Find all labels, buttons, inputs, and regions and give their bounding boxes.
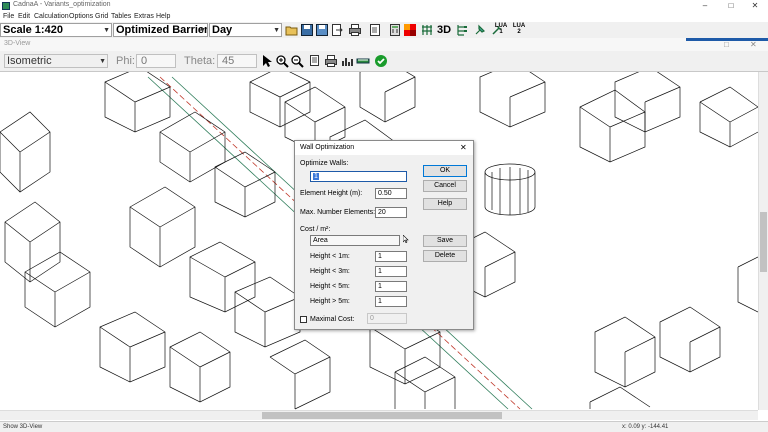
phi-input[interactable]: 0 xyxy=(136,54,176,68)
dialog-title: Wall Optimization xyxy=(300,144,355,151)
title-bar: CadnaA - Variants_optimization – □ ✕ xyxy=(0,0,768,12)
menu-extras[interactable]: Extras xyxy=(134,12,154,22)
cancel-button[interactable]: Cancel xyxy=(423,180,467,192)
height-lt-3m-input[interactable]: 1 xyxy=(375,266,407,277)
maximal-cost-checkbox[interactable] xyxy=(300,316,307,323)
lua-script-2-button[interactable]: LUA 2 xyxy=(511,23,527,35)
save-as-icon[interactable] xyxy=(315,23,329,37)
projection-select[interactable]: Isometric ▼ xyxy=(4,54,108,68)
document-icon[interactable] xyxy=(368,23,382,37)
maximal-cost-input[interactable]: 0 xyxy=(367,313,407,324)
view-window-caption: 3D-View □ ✕ xyxy=(0,38,768,52)
confirm-check-icon[interactable] xyxy=(374,54,388,68)
menu-file[interactable]: File xyxy=(3,12,14,22)
menu-edit[interactable]: Edit xyxy=(18,12,30,22)
projection-value: Isometric xyxy=(7,55,52,67)
menu-bar: File Edit Calculation Options Grid Table… xyxy=(0,12,768,22)
dialog-title-bar: Wall Optimization ✕ xyxy=(295,141,473,155)
max-elements-input[interactable]: 20 xyxy=(375,207,407,218)
print-icon[interactable] xyxy=(348,23,362,37)
max-elements-label: Max. Number Elements: xyxy=(300,209,376,216)
menu-tables[interactable]: Tables xyxy=(111,12,131,22)
save-icon[interactable] xyxy=(300,23,314,37)
app-logo-icon xyxy=(2,2,10,10)
theta-label: Theta: xyxy=(184,55,216,67)
chevron-down-icon: ▼ xyxy=(99,58,106,65)
dialog-close-button[interactable]: ✕ xyxy=(460,143,467,152)
save-button[interactable]: Save xyxy=(423,235,467,247)
export-icon[interactable] xyxy=(330,23,344,37)
zoom-out-icon[interactable] xyxy=(290,54,304,68)
delete-button[interactable]: Delete xyxy=(423,250,467,262)
theta-input[interactable]: 45 xyxy=(217,54,257,68)
lua-script-1-button[interactable]: LUA 1 xyxy=(493,23,509,35)
tree-icon[interactable] xyxy=(455,23,469,37)
view-toolbar: Isometric ▼ Phi: 0 Theta: 45 xyxy=(0,51,768,72)
lua-1-number: 1 xyxy=(499,29,503,35)
ok-button[interactable]: OK xyxy=(423,165,467,177)
element-height-input[interactable]: 0.50 xyxy=(375,188,407,199)
height-lt-1m-label: Height < 1m: xyxy=(310,253,350,260)
maximize-button[interactable]: □ xyxy=(720,0,742,12)
bar-chart-icon[interactable] xyxy=(340,54,354,68)
height-lt-3m-label: Height < 3m: xyxy=(310,268,350,275)
lua-2-number: 2 xyxy=(517,29,521,35)
cost-mode-select[interactable]: Area xyxy=(310,235,400,246)
period-select[interactable]: Day ▼ xyxy=(209,23,282,37)
maximal-cost-label: Maximal Cost: xyxy=(310,316,355,323)
color-map-icon[interactable] xyxy=(403,23,417,37)
close-button[interactable]: ✕ xyxy=(744,0,766,12)
period-value: Day xyxy=(212,24,233,36)
status-text: Show 3D-View xyxy=(3,424,43,430)
vertical-scrollbar[interactable] xyxy=(758,72,768,410)
menu-grid[interactable]: Grid xyxy=(95,12,108,22)
cost-mode-value: Area xyxy=(313,237,328,244)
cursor-coordinates: x: 0.09 y: -144.41 xyxy=(622,424,669,430)
horizontal-scroll-thumb[interactable] xyxy=(262,412,502,419)
menu-help[interactable]: Help xyxy=(156,12,170,22)
help-button[interactable]: Help xyxy=(423,198,467,210)
phi-label: Phi: xyxy=(116,55,135,67)
minimize-button[interactable]: – xyxy=(694,0,716,12)
mouse-cursor-icon xyxy=(402,234,409,244)
window-title: CadnaA - Variants_optimization xyxy=(13,1,111,8)
menu-calculation[interactable]: Calculation xyxy=(34,12,69,22)
pointer-icon[interactable] xyxy=(260,54,274,68)
horizontal-scrollbar[interactable] xyxy=(0,410,758,420)
view-title: 3D-View xyxy=(4,40,31,47)
chevron-down-icon: ▼ xyxy=(103,27,110,34)
calculator-icon[interactable] xyxy=(388,23,402,37)
cost-label: Cost / m²: xyxy=(300,226,331,233)
height-gt-5m-label: Height > 5m: xyxy=(310,298,350,305)
open-folder-icon[interactable] xyxy=(285,23,299,37)
height-lt-5m-input[interactable]: 1 xyxy=(375,281,407,292)
copy-icon[interactable] xyxy=(308,54,322,68)
view-close-button[interactable]: ✕ xyxy=(750,40,757,49)
optimize-walls-input[interactable]: 1 xyxy=(310,171,407,182)
height-gt-5m-input[interactable]: 1 xyxy=(375,296,407,307)
chevron-down-icon: ▼ xyxy=(199,27,206,34)
height-lt-1m-input[interactable]: 1 xyxy=(375,251,407,262)
variant-select[interactable]: Optimized Barrier ▼ xyxy=(113,23,208,37)
chevron-down-icon: ▼ xyxy=(273,27,280,34)
scale-value: Scale 1:420 xyxy=(3,24,63,36)
variant-value: Optimized Barrier xyxy=(116,24,208,36)
main-toolbar: Scale 1:420 ▼ Optimized Barrier ▼ Day ▼ … xyxy=(0,22,768,39)
view-maximize-button[interactable]: □ xyxy=(724,40,729,49)
optimize-walls-value: 1 xyxy=(313,173,319,180)
view-print-icon[interactable] xyxy=(324,54,338,68)
optimize-walls-label: Optimize Walls: xyxy=(300,160,349,167)
element-height-label: Element Height (m): xyxy=(300,190,363,197)
menu-options[interactable]: Options xyxy=(69,12,93,22)
grid-settings-icon[interactable] xyxy=(420,23,434,37)
vertical-scroll-thumb[interactable] xyxy=(760,212,767,272)
height-lt-5m-label: Height < 5m: xyxy=(310,283,350,290)
status-bar: Show 3D-View x: 0.09 y: -144.41 xyxy=(0,421,768,432)
zoom-in-icon[interactable] xyxy=(275,54,289,68)
pin-icon[interactable] xyxy=(473,23,487,37)
3d-view-button[interactable]: 3D xyxy=(437,23,451,37)
scale-select[interactable]: Scale 1:420 ▼ xyxy=(0,23,112,37)
ruler-icon[interactable] xyxy=(356,54,370,68)
wall-optimization-dialog: Wall Optimization ✕ Optimize Walls: 1 El… xyxy=(294,140,474,330)
